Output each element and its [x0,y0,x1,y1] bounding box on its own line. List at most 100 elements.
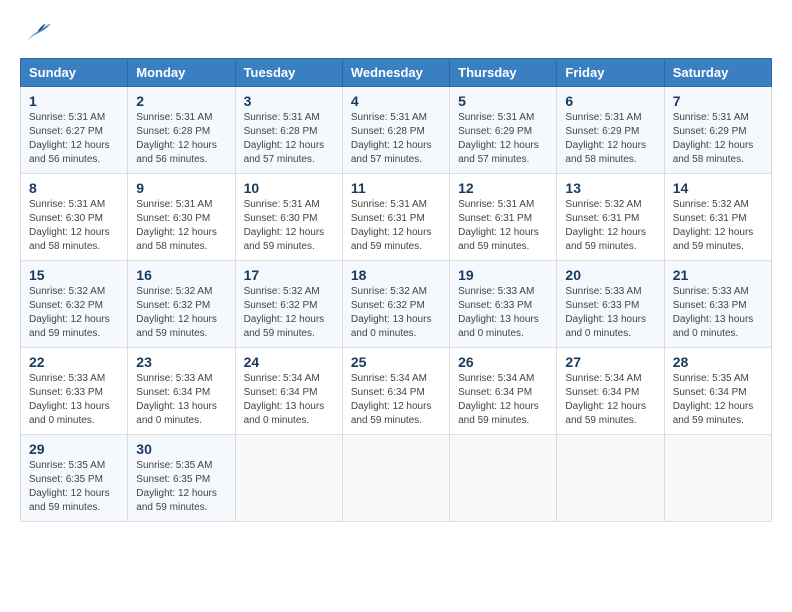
day-info: Sunrise: 5:31 AMSunset: 6:27 PMDaylight:… [29,111,119,167]
day-cell [342,435,449,522]
day-info: Sunrise: 5:31 AMSunset: 6:29 PMDaylight:… [673,111,763,167]
day-info: Sunrise: 5:31 AMSunset: 6:31 PMDaylight:… [351,198,441,254]
day-cell: 10 Sunrise: 5:31 AMSunset: 6:30 PMDayligh… [235,174,342,261]
day-number: 17 [244,267,334,283]
logo-icon [20,20,52,48]
day-cell: 5 Sunrise: 5:31 AMSunset: 6:29 PMDaylight… [450,87,557,174]
day-info: Sunrise: 5:31 AMSunset: 6:30 PMDaylight:… [29,198,119,254]
day-info: Sunrise: 5:35 AMSunset: 6:34 PMDaylight:… [673,372,763,428]
week-row-1: 1 Sunrise: 5:31 AMSunset: 6:27 PMDaylight… [21,87,772,174]
day-number: 26 [458,354,548,370]
day-number: 11 [351,180,441,196]
day-number: 19 [458,267,548,283]
day-cell: 12Sunrise: 5:31 AMSunset: 6:31 PMDayligh… [450,174,557,261]
day-number: 25 [351,354,441,370]
day-cell: 24Sunrise: 5:34 AMSunset: 6:34 PMDayligh… [235,348,342,435]
day-cell: 19 Sunrise: 5:33 AMSunset: 6:33 PMDayligh… [450,261,557,348]
day-number: 13 [565,180,655,196]
day-info: Sunrise: 5:32 AMSunset: 6:32 PMDaylight:… [244,285,334,341]
day-number: 14 [673,180,763,196]
header-tuesday: Tuesday [235,59,342,87]
header-monday: Monday [128,59,235,87]
calendar-table: SundayMondayTuesdayWednesdayThursdayFrid… [20,58,772,522]
header-friday: Friday [557,59,664,87]
day-info: Sunrise: 5:32 AMSunset: 6:31 PMDaylight:… [565,198,655,254]
day-cell: 3Sunrise: 5:31 AMSunset: 6:28 PMDaylight… [235,87,342,174]
day-cell: 20Sunrise: 5:33 AMSunset: 6:33 PMDayligh… [557,261,664,348]
header-thursday: Thursday [450,59,557,87]
day-number: 23 [136,354,226,370]
day-cell: 11 Sunrise: 5:31 AMSunset: 6:31 PMDayligh… [342,174,449,261]
calendar-header: SundayMondayTuesdayWednesdayThursdayFrid… [21,59,772,87]
day-info: Sunrise: 5:33 AMSunset: 6:34 PMDaylight:… [136,372,226,428]
day-cell: 7 Sunrise: 5:31 AMSunset: 6:29 PMDaylight… [664,87,771,174]
header-sunday: Sunday [21,59,128,87]
day-number: 7 [673,93,763,109]
day-cell: 16 Sunrise: 5:32 AMSunset: 6:32 PMDayligh… [128,261,235,348]
day-cell: 18 Sunrise: 5:32 AMSunset: 6:32 PMDayligh… [342,261,449,348]
day-info: Sunrise: 5:32 AMSunset: 6:32 PMDaylight:… [351,285,441,341]
day-cell [450,435,557,522]
day-info: Sunrise: 5:33 AMSunset: 6:33 PMDaylight:… [673,285,763,341]
day-number: 2 [136,93,226,109]
day-number: 8 [29,180,119,196]
day-cell: 8 Sunrise: 5:31 AMSunset: 6:30 PMDaylight… [21,174,128,261]
day-cell: 25Sunrise: 5:34 AMSunset: 6:34 PMDayligh… [342,348,449,435]
page-header [20,20,772,48]
week-row-5: 29Sunrise: 5:35 AMSunset: 6:35 PMDayligh… [21,435,772,522]
day-number: 30 [136,441,226,457]
day-info: Sunrise: 5:31 AMSunset: 6:30 PMDaylight:… [244,198,334,254]
day-info: Sunrise: 5:32 AMSunset: 6:32 PMDaylight:… [29,285,119,341]
day-info: Sunrise: 5:34 AMSunset: 6:34 PMDaylight:… [565,372,655,428]
day-info: Sunrise: 5:33 AMSunset: 6:33 PMDaylight:… [29,372,119,428]
day-cell: 2Sunrise: 5:31 AMSunset: 6:28 PMDaylight… [128,87,235,174]
day-info: Sunrise: 5:31 AMSunset: 6:29 PMDaylight:… [458,111,548,167]
day-cell: 6 Sunrise: 5:31 AMSunset: 6:29 PMDaylight… [557,87,664,174]
day-info: Sunrise: 5:32 AMSunset: 6:32 PMDaylight:… [136,285,226,341]
day-number: 5 [458,93,548,109]
day-info: Sunrise: 5:35 AMSunset: 6:35 PMDaylight:… [136,459,226,515]
day-cell: 28 Sunrise: 5:35 AMSunset: 6:34 PMDayligh… [664,348,771,435]
day-info: Sunrise: 5:33 AMSunset: 6:33 PMDaylight:… [458,285,548,341]
day-number: 28 [673,354,763,370]
day-cell [664,435,771,522]
calendar-body: 1 Sunrise: 5:31 AMSunset: 6:27 PMDaylight… [21,87,772,522]
day-number: 4 [351,93,441,109]
day-cell: 17 Sunrise: 5:32 AMSunset: 6:32 PMDayligh… [235,261,342,348]
header-row: SundayMondayTuesdayWednesdayThursdayFrid… [21,59,772,87]
day-cell [235,435,342,522]
day-cell: 13 Sunrise: 5:32 AMSunset: 6:31 PMDayligh… [557,174,664,261]
day-number: 1 [29,93,119,109]
day-number: 22 [29,354,119,370]
day-info: Sunrise: 5:31 AMSunset: 6:31 PMDaylight:… [458,198,548,254]
day-info: Sunrise: 5:31 AMSunset: 6:29 PMDaylight:… [565,111,655,167]
day-number: 16 [136,267,226,283]
day-number: 27 [565,354,655,370]
day-cell [557,435,664,522]
day-cell: 26 Sunrise: 5:34 AMSunset: 6:34 PMDayligh… [450,348,557,435]
day-info: Sunrise: 5:33 AMSunset: 6:33 PMDaylight:… [565,285,655,341]
day-cell: 27 Sunrise: 5:34 AMSunset: 6:34 PMDayligh… [557,348,664,435]
logo [20,20,56,48]
day-cell: 22 Sunrise: 5:33 AMSunset: 6:33 PMDayligh… [21,348,128,435]
day-info: Sunrise: 5:31 AMSunset: 6:30 PMDaylight:… [136,198,226,254]
day-cell: 23 Sunrise: 5:33 AMSunset: 6:34 PMDayligh… [128,348,235,435]
day-number: 18 [351,267,441,283]
day-info: Sunrise: 5:35 AMSunset: 6:35 PMDaylight:… [29,459,119,515]
day-number: 21 [673,267,763,283]
day-cell: 9 Sunrise: 5:31 AMSunset: 6:30 PMDaylight… [128,174,235,261]
day-info: Sunrise: 5:31 AMSunset: 6:28 PMDaylight:… [351,111,441,167]
day-number: 24 [244,354,334,370]
day-info: Sunrise: 5:34 AMSunset: 6:34 PMDaylight:… [458,372,548,428]
header-saturday: Saturday [664,59,771,87]
day-number: 10 [244,180,334,196]
day-number: 6 [565,93,655,109]
day-cell: 21 Sunrise: 5:33 AMSunset: 6:33 PMDayligh… [664,261,771,348]
day-number: 9 [136,180,226,196]
day-cell: 1 Sunrise: 5:31 AMSunset: 6:27 PMDaylight… [21,87,128,174]
day-number: 15 [29,267,119,283]
day-info: Sunrise: 5:32 AMSunset: 6:31 PMDaylight:… [673,198,763,254]
header-wednesday: Wednesday [342,59,449,87]
day-cell: 15 Sunrise: 5:32 AMSunset: 6:32 PMDayligh… [21,261,128,348]
day-info: Sunrise: 5:31 AMSunset: 6:28 PMDaylight:… [244,111,334,167]
